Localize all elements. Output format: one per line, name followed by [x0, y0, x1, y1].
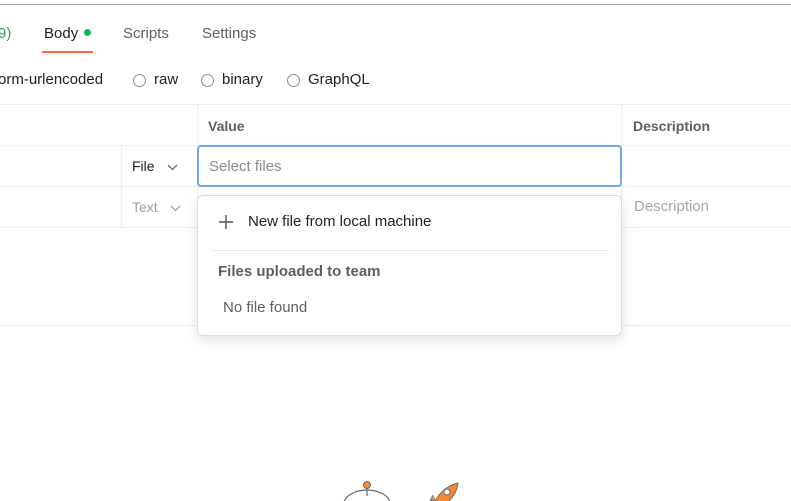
body-type-raw-label: raw: [154, 71, 179, 88]
body-type-urlencoded-label: orm-urlencoded: [0, 71, 104, 88]
row-type-select[interactable]: File: [132, 157, 178, 175]
column-divider: [121, 145, 122, 227]
tab-body[interactable]: Body: [44, 24, 92, 44]
rocket-icon: [429, 482, 459, 501]
dropdown-divider: [210, 250, 609, 251]
panel-top-border: [0, 4, 791, 5]
chevron-down-icon: [167, 157, 178, 175]
uploaded-files-section-title: Files uploaded to team: [218, 263, 381, 280]
raw-radio-icon[interactable]: [133, 73, 146, 87]
body-status-dot-icon: [84, 29, 92, 36]
plus-icon: [218, 214, 234, 230]
chevron-down-icon: [170, 198, 181, 216]
column-header-description: Description: [633, 118, 711, 134]
column-header-value: Value: [208, 118, 245, 134]
row-type-label: Text: [132, 199, 158, 215]
empty-state-illustration: [343, 481, 459, 501]
body-editor-panel: 9) Body Scripts Settings orm-urlencoded …: [0, 0, 791, 501]
new-file-label: New file from local machine: [248, 213, 432, 230]
value-file-input[interactable]: [197, 145, 622, 187]
new-file-from-local-option[interactable]: New file from local machine: [218, 212, 431, 232]
body-type-urlencoded[interactable]: orm-urlencoded: [0, 70, 103, 90]
active-tab-indicator: [42, 51, 93, 53]
body-type-graphql-label: GraphQL: [308, 71, 370, 88]
tab-params-count[interactable]: 9): [0, 24, 11, 44]
tab-scripts[interactable]: Scripts: [123, 24, 169, 44]
body-type-graphql[interactable]: GraphQL: [287, 70, 370, 90]
body-type-binary[interactable]: binary: [201, 70, 263, 90]
body-type-raw[interactable]: raw: [133, 70, 178, 90]
empty-files-message: No file found: [223, 299, 308, 316]
table-top-border: [0, 104, 791, 105]
row-type-select[interactable]: Text: [132, 198, 181, 216]
binary-radio-icon[interactable]: [201, 73, 214, 87]
tab-body-label: Body: [44, 25, 79, 42]
tab-settings[interactable]: Settings: [202, 24, 256, 44]
file-picker-dropdown: New file from local machine Files upload…: [197, 195, 622, 336]
astronaut-icon: [343, 481, 391, 501]
graphql-radio-icon[interactable]: [287, 73, 300, 87]
row-type-label: File: [132, 158, 155, 174]
body-type-binary-label: binary: [222, 71, 263, 88]
description-field[interactable]: Description: [634, 197, 709, 217]
